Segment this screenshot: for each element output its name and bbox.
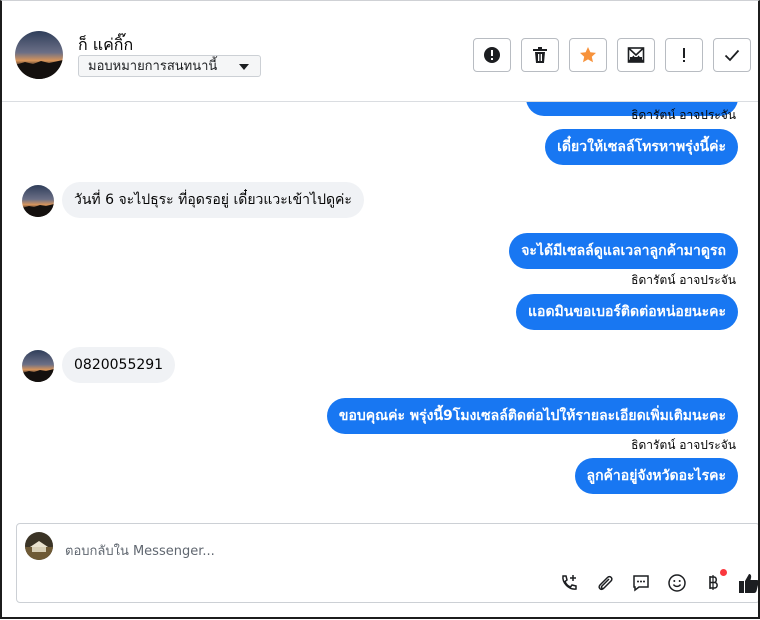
mark-done-button[interactable] <box>713 38 751 72</box>
contact-avatar-small[interactable] <box>22 185 54 217</box>
caret-down-icon <box>239 64 249 70</box>
message-sender-name: ธิดารัตน์ อาจประจัน <box>631 108 736 122</box>
envelope-icon <box>627 47 645 63</box>
message-bubble-outgoing: จะได้มีเซลล์ดูแลเวลาลูกค้ามาดูรถ <box>509 233 738 269</box>
emoji-icon[interactable] <box>666 572 688 594</box>
reply-input[interactable]: ตอบกลับใน Messenger... <box>65 540 215 561</box>
inbox-conversation-panel: ก็ แค่กิ๊ก มอบหมายการสนทนานี้ ธิดารัตน์ … <box>0 0 760 619</box>
message-thread[interactable]: ธิดารัตน์ อาจประจัน เดี๋ยวให้เซลล์โทรหาพ… <box>2 102 758 520</box>
delete-button[interactable] <box>521 38 559 72</box>
reply-composer[interactable]: ตอบกลับใน Messenger... <box>16 523 758 603</box>
thumbs-up-icon[interactable] <box>738 572 758 594</box>
trash-icon <box>533 47 547 63</box>
message-bubble-incoming: วันที่ 6 จะไปธุระ ที่อุดรอยู่ เดี๋ยวแวะเ… <box>62 182 364 218</box>
alert-circle-icon <box>484 47 500 63</box>
contact-avatar-small[interactable] <box>22 350 54 382</box>
assign-conversation-label: มอบหมายการสนทนานี้ <box>88 59 218 74</box>
mark-unread-button[interactable] <box>617 38 655 72</box>
page-avatar <box>25 532 53 560</box>
contact-avatar[interactable] <box>15 31 63 79</box>
mark-spam-button[interactable] <box>473 38 511 72</box>
exclamation-icon <box>683 48 685 62</box>
follow-up-button[interactable] <box>665 38 703 72</box>
message-sender-name: ธิดารัตน์ อาจประจัน <box>631 273 736 287</box>
message-bubble-incoming: 0820055291 <box>62 347 176 383</box>
attachment-icon[interactable] <box>594 572 616 594</box>
saved-reply-icon[interactable] <box>630 572 652 594</box>
add-call-icon[interactable] <box>558 572 580 594</box>
star-button[interactable] <box>569 38 607 72</box>
message-bubble-outgoing: เดี๋ยวให้เซลล์โทรหาพรุ่งนี้ค่ะ <box>545 129 738 165</box>
check-icon <box>724 49 740 62</box>
message-sender-name: ธิดารัตน์ อาจประจัน <box>631 438 736 452</box>
notification-dot <box>720 569 727 576</box>
assign-conversation-dropdown[interactable]: มอบหมายการสนทนานี้ <box>78 55 261 77</box>
message-bubble-outgoing: ขอบคุณค่ะ พรุ่งนี้9โมงเซลล์ติดต่อไปให้รา… <box>326 398 738 434</box>
star-icon <box>580 47 596 63</box>
message-bubble-outgoing: ลูกค้าอยู่จังหวัดอะไรคะ <box>574 458 738 494</box>
message-bubble-outgoing: แอดมินขอเบอร์ติดต่อหน่อยนะคะ <box>516 294 738 330</box>
conversation-header: ก็ แค่กิ๊ก มอบหมายการสนทนานี้ <box>2 1 758 102</box>
